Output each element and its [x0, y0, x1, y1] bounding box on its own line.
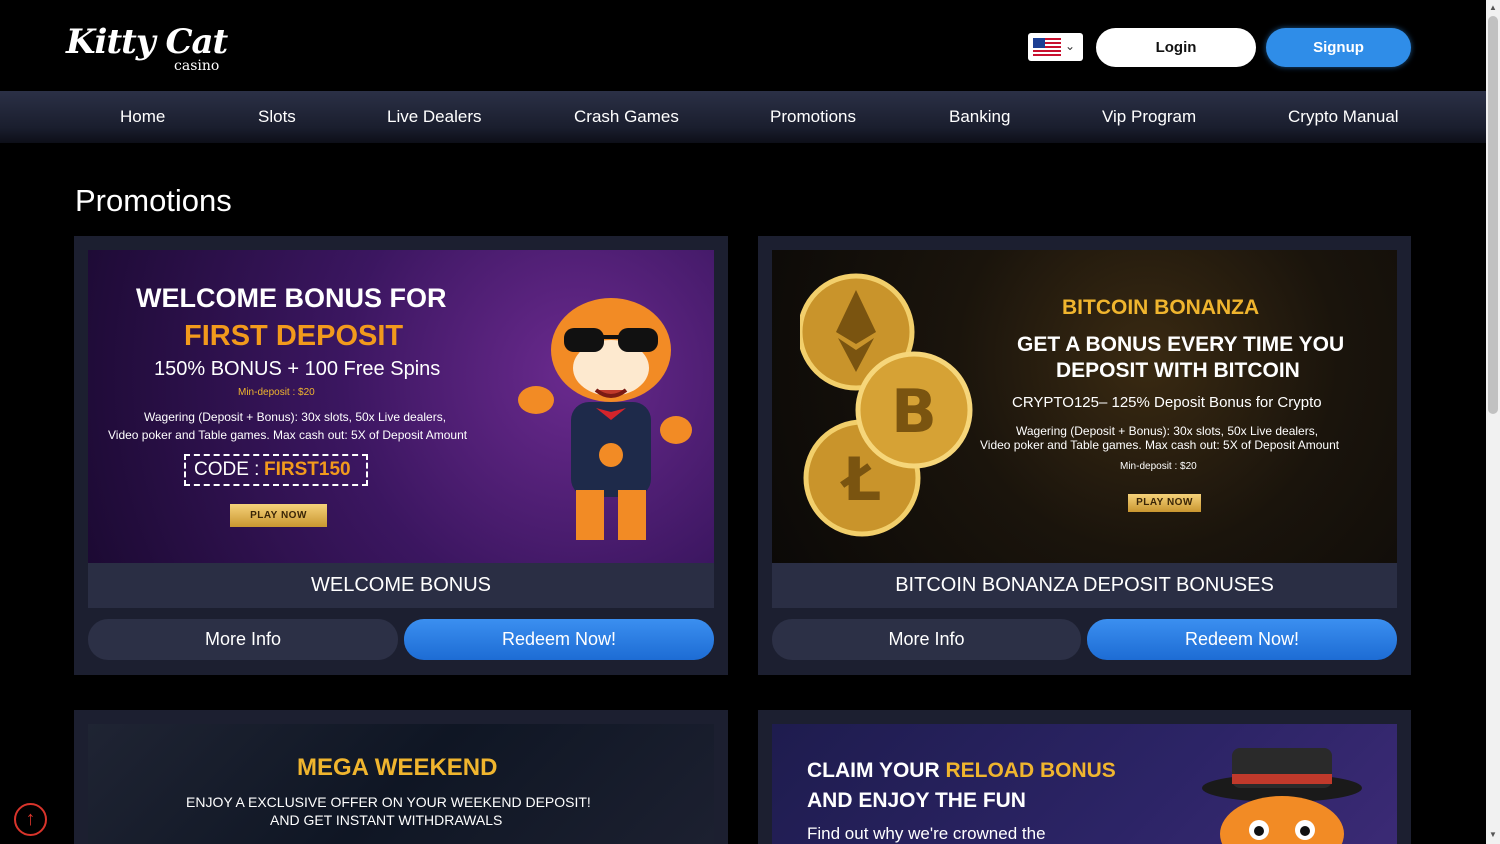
- scroll-down-icon[interactable]: ▼: [1489, 830, 1497, 839]
- promo-code-value: FIRST150: [264, 459, 351, 480]
- reload-bonus-banner[interactable]: CLAIM YOUR RELOAD BONUS AND ENJOY THE FU…: [772, 724, 1397, 844]
- crypto-coins-icon: Ł B: [800, 273, 973, 537]
- nav-item-home[interactable]: Home: [120, 107, 165, 127]
- banner-min-deposit: Min-deposit : $20: [1120, 461, 1197, 472]
- welcome-bonus-banner[interactable]: WELCOME BONUS FOR FIRST DEPOSIT 150% BON…: [88, 250, 714, 563]
- tiger-mascot-icon: [518, 298, 692, 540]
- more-info-button[interactable]: More Info: [88, 619, 398, 660]
- tiger-hat-mascot-icon: [1202, 748, 1362, 844]
- nav-item-live-dealers[interactable]: Live Dealers: [387, 107, 482, 127]
- logo-subtitle: casino: [174, 58, 220, 74]
- scrollbar-thumb[interactable]: [1488, 16, 1498, 414]
- language-select[interactable]: ⌄: [1028, 33, 1083, 61]
- banner-subheading-2: DEPOSIT WITH BITCOIN: [1056, 359, 1300, 382]
- redeem-now-button[interactable]: Redeem Now!: [404, 619, 714, 660]
- nav-item-banking[interactable]: Banking: [949, 107, 1010, 127]
- banner-subheading-1: GET A BONUS EVERY TIME YOU: [1017, 333, 1345, 356]
- banner-subheading: AND ENJOY THE FUN: [807, 789, 1026, 812]
- banner-terms-1: Wagering (Deposit + Bonus): 30x slots, 5…: [1016, 424, 1319, 438]
- mega-weekend-banner[interactable]: MEGA WEEKEND ENJOY A EXCLUSIVE OFFER ON …: [88, 724, 714, 844]
- site-header: Kitty Cat casino ⌄ Login Signup: [0, 0, 1486, 91]
- nav-item-slots[interactable]: Slots: [258, 107, 296, 127]
- promo-card-reload: CLAIM YOUR RELOAD BONUS AND ENJOY THE FU…: [758, 710, 1411, 844]
- banner-terms-1: Wagering (Deposit + Bonus): 30x slots, 5…: [144, 410, 447, 424]
- banner-heading: BITCOIN BONANZA: [1062, 296, 1260, 319]
- banner-subheading-2: AND GET INSTANT WITHDRAWALS: [270, 812, 503, 828]
- promo-title: WELCOME BONUS: [88, 563, 714, 608]
- login-button[interactable]: Login: [1096, 28, 1256, 67]
- page-title: Promotions: [75, 183, 232, 218]
- nav-item-promotions[interactable]: Promotions: [770, 107, 856, 127]
- banner-subheading: FIRST DEPOSIT: [184, 320, 404, 352]
- banner-offer: 150% BONUS + 100 Free Spins: [154, 358, 441, 380]
- chevron-down-icon: ⌄: [1065, 39, 1076, 53]
- banner-heading: WELCOME BONUS FOR: [136, 283, 447, 313]
- redeem-now-button[interactable]: Redeem Now!: [1087, 619, 1397, 660]
- more-info-button[interactable]: More Info: [772, 619, 1081, 660]
- us-flag-icon: [1033, 38, 1061, 56]
- promo-title: BITCOIN BONANZA DEPOSIT BONUSES: [772, 563, 1397, 608]
- scroll-up-icon[interactable]: ▲: [1489, 3, 1497, 12]
- banner-heading-gold: RELOAD BONUS: [945, 759, 1116, 782]
- banner-subheading-1: ENJOY A EXCLUSIVE OFFER ON YOUR WEEKEND …: [186, 794, 591, 810]
- banner-terms-2: Video poker and Table games. Max cash ou…: [108, 428, 468, 442]
- promo-code-box: CODE : FIRST150: [184, 454, 368, 486]
- arrow-up-icon: ↑: [25, 808, 36, 830]
- logo-text: Kitty Cat: [66, 22, 228, 62]
- nav-item-crash-games[interactable]: Crash Games: [574, 107, 679, 127]
- bitcoin-bonanza-banner[interactable]: Ł B BITCOIN BONANZA GET A BONUS EVERY TI…: [772, 250, 1397, 563]
- kitty-cat-logo[interactable]: Kitty Cat casino: [66, 16, 236, 78]
- promo-card-bitcoin: Ł B BITCOIN BONANZA GET A BONUS EVERY TI…: [758, 236, 1411, 675]
- promo-code-label: CODE :: [194, 459, 260, 480]
- svg-text:Ł: Ł: [840, 445, 882, 515]
- back-to-top-button[interactable]: ↑: [14, 803, 47, 836]
- banner-text: Find out why we're crowned the: [807, 824, 1046, 843]
- banner-heading-white: CLAIM YOUR: [807, 759, 946, 782]
- banner-min-deposit: Min-deposit : $20: [238, 387, 315, 398]
- banner-heading: MEGA WEEKEND: [297, 754, 498, 781]
- banner-terms-2: Video poker and Table games. Max cash ou…: [980, 438, 1340, 452]
- banner-offer: CRYPTO125– 125% Deposit Bonus for Crypto: [1012, 394, 1322, 411]
- nav-item-vip-program[interactable]: Vip Program: [1102, 107, 1196, 127]
- svg-text:B: B: [891, 377, 937, 447]
- promo-card-mega-weekend: MEGA WEEKEND ENJOY A EXCLUSIVE OFFER ON …: [74, 710, 728, 844]
- signup-button[interactable]: Signup: [1266, 28, 1411, 67]
- nav-item-crypto-manual[interactable]: Crypto Manual: [1288, 107, 1399, 127]
- play-now-button[interactable]: PLAY NOW: [1128, 494, 1201, 512]
- page-scrollbar[interactable]: ▲ ▼: [1486, 0, 1500, 844]
- main-nav: Home Slots Live Dealers Crash Games Prom…: [0, 91, 1486, 143]
- banner-heading: CLAIM YOUR RELOAD BONUS: [807, 759, 1116, 783]
- promo-card-welcome: WELCOME BONUS FOR FIRST DEPOSIT 150% BON…: [74, 236, 728, 675]
- play-now-button[interactable]: PLAY NOW: [230, 504, 327, 527]
